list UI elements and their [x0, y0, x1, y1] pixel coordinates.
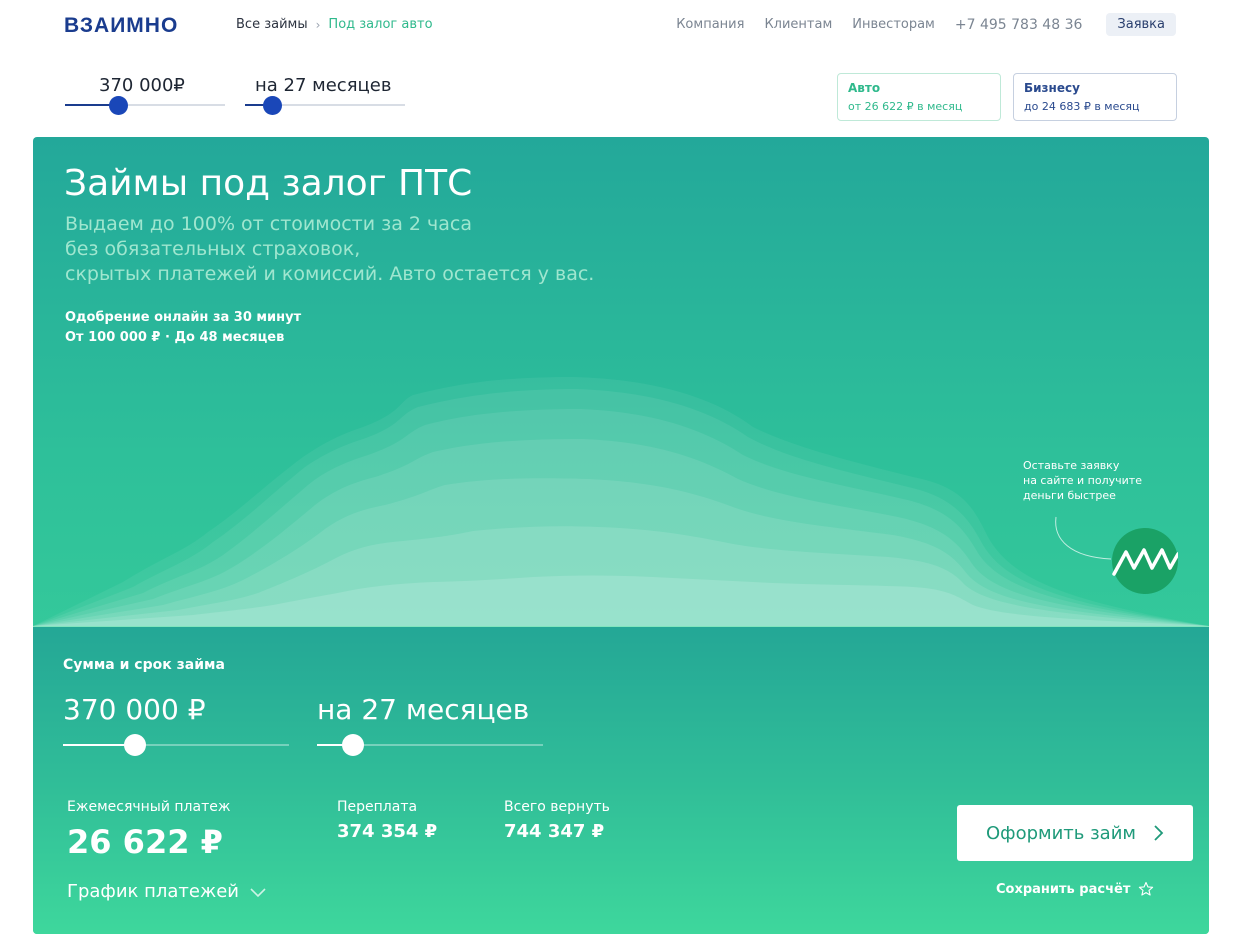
top-term-slider[interactable]: на 27 месяцев: [245, 73, 405, 115]
total-return-value: 744 347 ₽: [504, 821, 605, 842]
apply-loan-label: Оформить займ: [986, 822, 1136, 844]
overpay-value: 374 354 ₽: [337, 821, 438, 842]
chevron-right-icon: [1154, 825, 1164, 841]
promo-line: деньги быстрее: [1023, 489, 1116, 502]
top-term-knob[interactable]: [262, 96, 282, 115]
hero-title: Займы под залог ПТС: [64, 163, 473, 204]
top-amount-knob[interactable]: [108, 96, 128, 115]
star-icon: [1139, 881, 1154, 896]
product-card-auto[interactable]: Авто от 26 622 ₽ в месяц: [837, 73, 1001, 121]
product-business-title: Бизнесу: [1024, 81, 1080, 95]
logo-wave-icon: [1112, 548, 1180, 576]
nav-clients[interactable]: Клиентам: [764, 17, 832, 32]
save-calculation-button[interactable]: Сохранить расчёт: [996, 881, 1154, 897]
product-auto-title: Авто: [848, 81, 881, 95]
apply-button[interactable]: Заявка: [1106, 13, 1176, 36]
hero-features: Одобрение онлайн за 30 минут От 100 000 …: [65, 308, 301, 348]
top-nav: Компания Клиентам Инвесторам +7 495 783 …: [656, 13, 1176, 36]
breadcrumb-all-loans[interactable]: Все займы: [236, 17, 308, 32]
payment-schedule-toggle[interactable]: График платежей: [67, 881, 267, 902]
term-knob[interactable]: [342, 734, 364, 756]
monthly-payment-value: 26 622 ₽: [67, 823, 223, 861]
hero-description-line: скрытых платежей и комиссий. Авто остает…: [65, 263, 595, 285]
promo-arrow-icon: [1055, 516, 1112, 560]
hero-description-line: Выдаем до 100% от стоимости за 2 часа: [65, 213, 472, 235]
promo-line: на сайте и получите: [1023, 474, 1142, 487]
calculator-label: Сумма и срок займа: [63, 657, 225, 673]
logo-text: ВЗАИМНО: [64, 14, 178, 36]
logo[interactable]: ВЗАИМНО: [64, 12, 210, 36]
term-value: на 27 месяцев: [317, 693, 530, 726]
total-return-label: Всего вернуть: [504, 799, 610, 815]
promo-badge[interactable]: [1112, 528, 1180, 594]
promo-text: Оставьте заявку на сайте и получите день…: [1023, 458, 1153, 503]
overpay-label: Переплата: [337, 799, 418, 815]
hero-section: Займы под залог ПТС Выдаем до 100% от ст…: [33, 137, 1209, 934]
amount-slider[interactable]: 370 000 ₽: [63, 693, 289, 756]
hero-description-line: без обязательных страховок,: [65, 238, 361, 260]
product-card-business[interactable]: Бизнесу до 24 683 ₽ в месяц: [1013, 73, 1177, 121]
hero-feature-range: От 100 000 ₽ · До 48 месяцев: [65, 330, 285, 345]
amount-knob[interactable]: [124, 734, 146, 756]
hero-banner: Займы под залог ПТС Выдаем до 100% от ст…: [33, 137, 1209, 626]
amount-value: 370 000 ₽: [63, 693, 206, 726]
breadcrumb: Все займы › Под залог авто: [236, 17, 433, 32]
chevron-down-icon: [250, 887, 266, 897]
top-amount-value: 370 000₽: [99, 75, 185, 96]
save-calculation-label: Сохранить расчёт: [996, 881, 1131, 897]
apply-loan-button[interactable]: Оформить займ: [957, 805, 1193, 861]
top-term-value: на 27 месяцев: [255, 75, 392, 96]
nav-company[interactable]: Компания: [676, 17, 744, 32]
nav-investors[interactable]: Инвесторам: [852, 17, 935, 32]
payment-schedule-label: График платежей: [67, 881, 239, 902]
site-header: ВЗАИМНО Все займы › Под залог авто Компа…: [0, 0, 1246, 50]
hero-feature-approval: Одобрение онлайн за 30 минут: [65, 310, 302, 325]
monthly-payment-label: Ежемесячный платеж: [67, 799, 231, 815]
term-slider[interactable]: на 27 месяцев: [317, 693, 543, 756]
hero-description: Выдаем до 100% от стоимости за 2 часа бе…: [65, 212, 625, 287]
phone-link[interactable]: +7 495 783 48 36: [955, 17, 1083, 33]
promo-line: Оставьте заявку: [1023, 459, 1120, 472]
breadcrumb-separator-icon: ›: [315, 17, 321, 32]
product-business-subtitle: до 24 683 ₽ в месяц: [1024, 100, 1140, 113]
top-amount-slider[interactable]: 370 000₽: [65, 73, 225, 115]
breadcrumb-current[interactable]: Под залог авто: [328, 17, 432, 32]
product-auto-subtitle: от 26 622 ₽ в месяц: [848, 100, 963, 113]
loan-calculator: Сумма и срок займа 370 000 ₽ на 27 месяц…: [33, 626, 1209, 934]
